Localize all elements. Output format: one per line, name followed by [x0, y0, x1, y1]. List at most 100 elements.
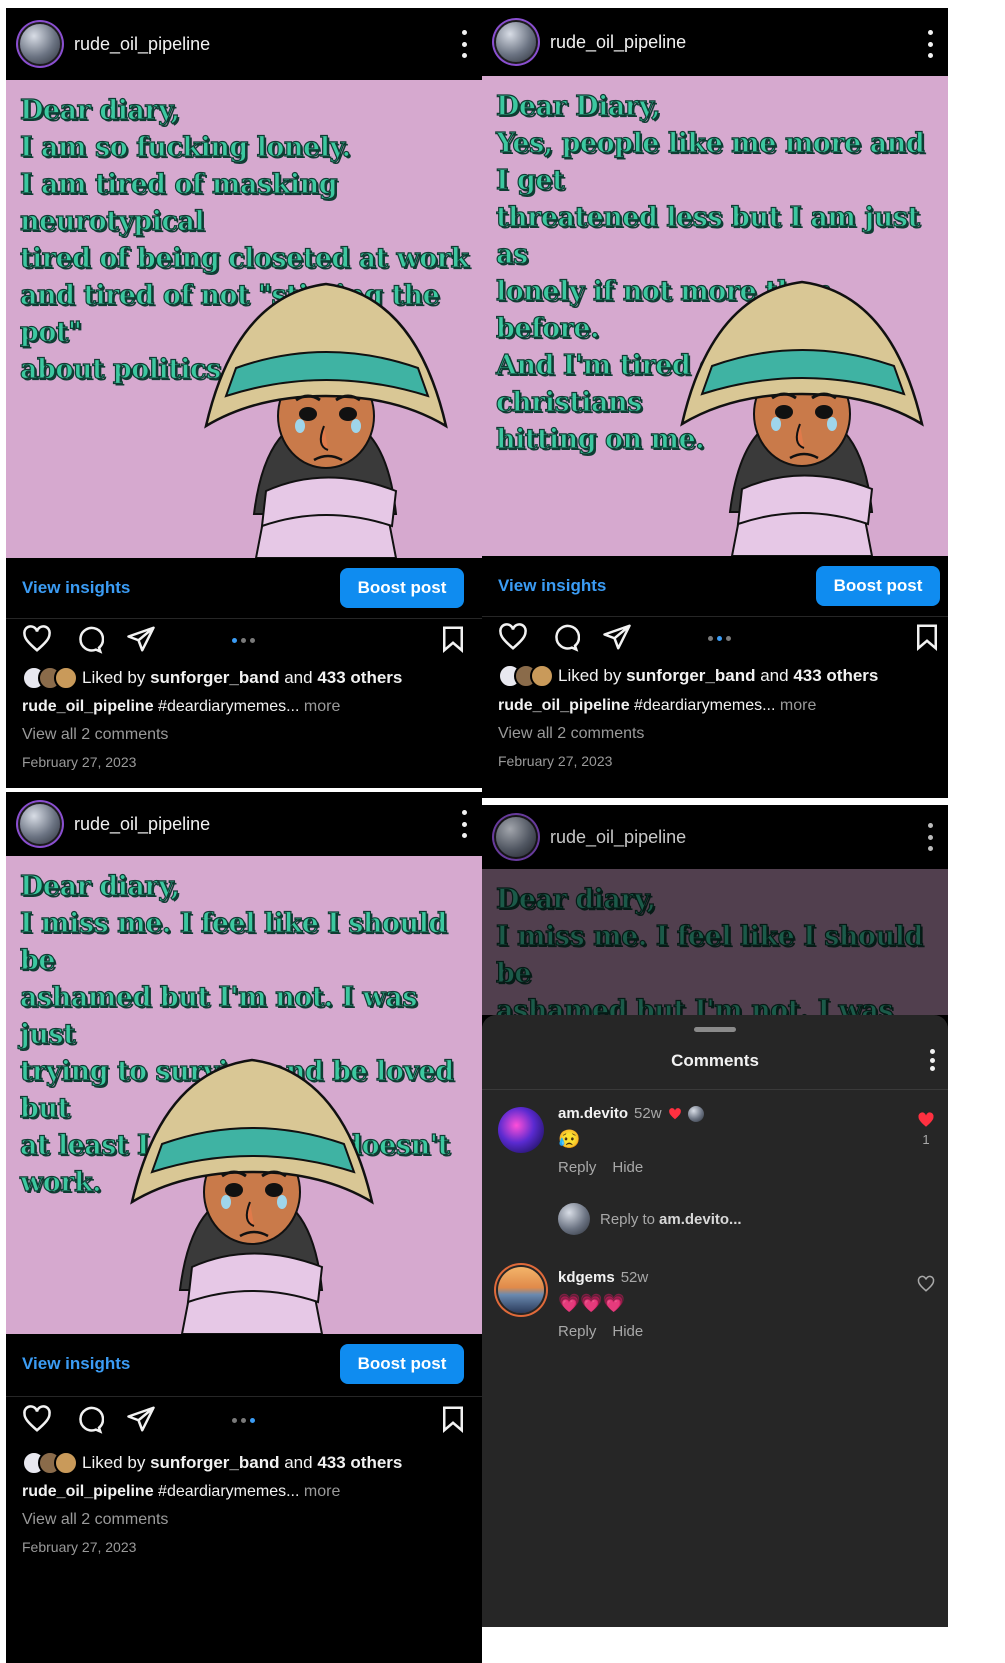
heart-outline-icon[interactable]: [917, 1275, 935, 1293]
more-link[interactable]: more: [304, 698, 340, 715]
share-icon[interactable]: [126, 624, 156, 654]
caption-text[interactable]: #deardiarymemes...: [158, 1483, 299, 1500]
comment-time: 52w: [634, 1105, 662, 1122]
avatar[interactable]: [496, 817, 536, 857]
divider: [482, 1089, 948, 1090]
carousel-indicator: [232, 638, 255, 643]
caption-text[interactable]: #deardiarymemes...: [634, 697, 775, 714]
boost-post-button[interactable]: Boost post: [340, 568, 464, 608]
liked-others[interactable]: 433 others: [317, 668, 402, 688]
post-image[interactable]: Dear diary, I miss me. I feel like I sho…: [6, 856, 482, 1334]
more-link[interactable]: more: [780, 697, 816, 714]
avatar[interactable]: [496, 22, 536, 62]
comment-icon[interactable]: [74, 624, 104, 654]
view-insights-link[interactable]: View insights: [22, 578, 130, 598]
author-avatar-icon: [687, 1105, 704, 1122]
heart-icon[interactable]: [22, 624, 52, 654]
post-username[interactable]: rude_oil_pipeline: [550, 32, 686, 53]
caption: rude_oil_pipeline #deardiarymemes... mor…: [22, 1483, 340, 1501]
view-insights-link[interactable]: View insights: [22, 1354, 130, 1374]
liked-by-user[interactable]: sunforger_band: [150, 668, 279, 688]
comment-icon[interactable]: [74, 1404, 104, 1434]
more-link[interactable]: more: [304, 1483, 340, 1500]
more-options-icon[interactable]: [926, 823, 934, 851]
liked-prefix: Liked by: [558, 666, 622, 685]
reply-target-user[interactable]: am.devito...: [659, 1211, 742, 1228]
liked-by-row[interactable]: Liked by sunforger_band and 433 others: [498, 664, 878, 688]
comments-title: Comments: [671, 1051, 759, 1070]
caption-username[interactable]: rude_oil_pipeline: [22, 698, 154, 715]
reply-button[interactable]: Reply: [558, 1323, 596, 1340]
caption-text[interactable]: #deardiarymemes...: [158, 698, 299, 715]
share-icon[interactable]: [126, 1404, 156, 1434]
view-comments-link[interactable]: View all 2 comments: [498, 725, 644, 743]
post-image[interactable]: Dear Diary, Yes, people like me more and…: [482, 76, 948, 556]
post-username[interactable]: rude_oil_pipeline: [74, 34, 210, 55]
liked-by-user[interactable]: sunforger_band: [626, 666, 755, 686]
reply-prefix: Reply to: [600, 1210, 656, 1228]
boost-post-button[interactable]: Boost post: [340, 1344, 464, 1384]
author-liked-heart-icon: [668, 1107, 681, 1119]
heart-filled-icon[interactable]: [917, 1111, 935, 1129]
post-image[interactable]: Dear diary, I am so fucking lonely. I am…: [6, 80, 482, 558]
bookmark-icon[interactable]: [438, 1404, 468, 1434]
comment-username[interactable]: kdgems: [558, 1269, 615, 1286]
comments-sheet: Comments am.devito 52w 😥 Reply Hide 1 Re…: [482, 1015, 948, 1627]
boost-post-button[interactable]: Boost post: [816, 566, 940, 606]
bookmark-icon[interactable]: [912, 622, 942, 652]
sad-character-illustration: [130, 1058, 374, 1334]
more-options-icon[interactable]: [460, 30, 468, 58]
post-header: rude_oil_pipeline: [482, 8, 948, 76]
share-icon[interactable]: [602, 622, 632, 652]
drag-handle[interactable]: [694, 1027, 736, 1032]
comment-icon[interactable]: [550, 622, 580, 652]
comment-username[interactable]: am.devito: [558, 1105, 628, 1122]
post-action-icons: [482, 616, 948, 660]
commenter-avatar[interactable]: [498, 1107, 544, 1153]
caption: rude_oil_pipeline #deardiarymemes... mor…: [498, 697, 816, 715]
view-comments-link[interactable]: View all 2 comments: [22, 1511, 168, 1529]
comment-time: 52w: [620, 1269, 649, 1286]
post-action-icons: [6, 1398, 482, 1442]
carousel-indicator: [708, 636, 731, 641]
post-card: rude_oil_pipeline Dear diary, I miss me.…: [6, 792, 482, 1663]
caption-username[interactable]: rude_oil_pipeline: [22, 1483, 154, 1500]
avatar[interactable]: [20, 804, 60, 844]
liker-avatars: [22, 1451, 78, 1475]
post-date: February 27, 2023: [22, 1539, 137, 1555]
liked-and: and: [760, 666, 789, 685]
liked-others[interactable]: 433 others: [793, 666, 878, 686]
view-insights-link[interactable]: View insights: [498, 576, 606, 596]
avatar[interactable]: [20, 24, 60, 64]
post-date: February 27, 2023: [498, 753, 613, 769]
divider: [6, 1396, 482, 1397]
reply-input-row[interactable]: Reply to am.devito...: [558, 1203, 742, 1235]
liked-by-row[interactable]: Liked by sunforger_band and 433 others: [22, 666, 402, 690]
insights-bar: View insights Boost post: [6, 1334, 482, 1394]
comment-body: 💗💗💗: [558, 1293, 626, 1313]
liked-by-user[interactable]: sunforger_band: [150, 1453, 279, 1473]
liked-by-row[interactable]: Liked by sunforger_band and 433 others: [22, 1451, 402, 1475]
sheet-backdrop[interactable]: [482, 869, 948, 1015]
caption-username[interactable]: rude_oil_pipeline: [498, 697, 630, 714]
comment-actions: Reply Hide: [558, 1159, 643, 1176]
hide-button[interactable]: Hide: [612, 1159, 643, 1176]
view-comments-link[interactable]: View all 2 comments: [22, 726, 168, 744]
heart-icon[interactable]: [498, 622, 528, 652]
bookmark-icon[interactable]: [438, 624, 468, 654]
commenter-avatar[interactable]: [498, 1267, 544, 1313]
post-username[interactable]: rude_oil_pipeline: [74, 814, 210, 835]
post-header: rude_oil_pipeline: [6, 792, 482, 856]
more-options-icon[interactable]: [926, 30, 934, 58]
liked-others[interactable]: 433 others: [317, 1453, 402, 1473]
caption: rude_oil_pipeline #deardiarymemes... mor…: [22, 698, 340, 716]
comment-like[interactable]: 1: [916, 1111, 936, 1147]
more-options-icon[interactable]: [460, 810, 468, 838]
more-options-icon[interactable]: [928, 1049, 936, 1071]
reply-button[interactable]: Reply: [558, 1159, 596, 1176]
post-username[interactable]: rude_oil_pipeline: [550, 827, 686, 848]
hide-button[interactable]: Hide: [612, 1323, 643, 1340]
sad-character-illustration: [680, 280, 924, 556]
heart-icon[interactable]: [22, 1404, 52, 1434]
comment-like[interactable]: [916, 1275, 936, 1296]
